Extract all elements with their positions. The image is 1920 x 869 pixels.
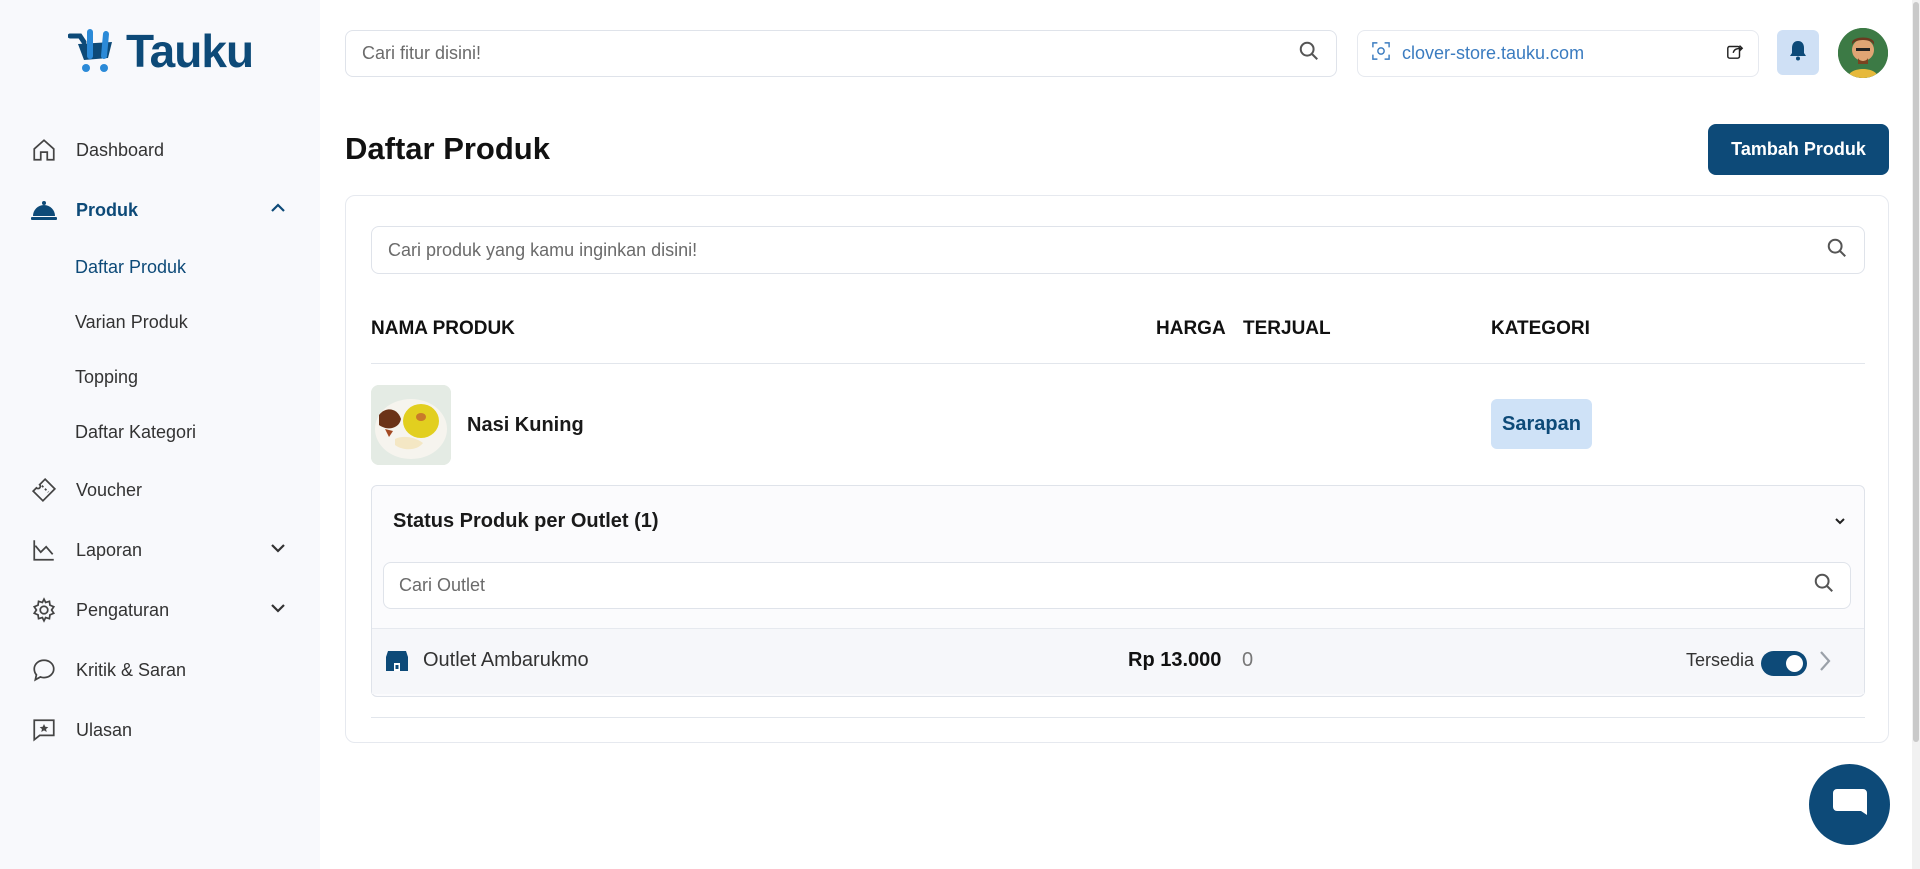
store-url-box[interactable]: clover-store.tauku.com [1357, 30, 1759, 77]
chart-icon [30, 536, 58, 564]
outlet-status-panel: Status Produk per Outlet (1) Outlet Amba… [371, 485, 1865, 697]
chevron-up-icon [270, 200, 286, 221]
outlet-search-input[interactable] [399, 575, 1813, 596]
search-icon[interactable] [1813, 572, 1835, 599]
chat-icon [30, 656, 58, 684]
row-divider [371, 717, 1865, 718]
toggle-knob [1786, 655, 1803, 672]
scan-icon [1372, 42, 1390, 65]
category-badge: Sarapan [1491, 399, 1592, 449]
cart-logo-icon [68, 29, 112, 72]
chevron-right-icon[interactable] [1817, 649, 1833, 678]
outlet-name: Outlet Ambarukmo [423, 649, 589, 671]
availability-toggle[interactable] [1761, 651, 1807, 676]
header-divider [371, 363, 1865, 364]
star-message-icon [30, 716, 58, 744]
scrollbar-thumb[interactable] [1913, 2, 1919, 742]
outlet-sold-count: 0 [1242, 649, 1254, 671]
sidebar-item-dashboard[interactable]: Dashboard [0, 120, 320, 180]
search-icon[interactable] [1826, 237, 1848, 264]
page-scrollbar[interactable] [1912, 0, 1920, 869]
column-header-category: KATEGORI [1491, 318, 1590, 339]
product-list-card: NAMA PRODUK HARGA TERJUAL KATEGORI Nasi … [345, 195, 1889, 743]
availability-label: Tersedia [1686, 650, 1755, 670]
sidebar-subitem-daftar-produk[interactable]: Daftar Produk [0, 240, 320, 295]
feature-search [345, 30, 1337, 77]
sidebar-item-label: Ulasan [76, 719, 133, 740]
outlet-row: Outlet Ambarukmo Rp 13.000 0 Tersedia [372, 628, 1864, 694]
column-header-price: HARGA [1156, 318, 1226, 339]
column-header-name: NAMA PRODUK [371, 318, 515, 339]
outlet-panel-title[interactable]: Status Produk per Outlet (1) [393, 510, 659, 533]
sidebar-item-label: Produk [76, 199, 139, 220]
sidebar-subitem-daftar-kategori[interactable]: Daftar Kategori [0, 405, 320, 460]
live-chat-button[interactable] [1809, 764, 1890, 845]
cloche-icon [30, 196, 58, 224]
sidebar-item-label: Voucher [76, 479, 143, 500]
store-url[interactable]: clover-store.tauku.com [1402, 43, 1726, 64]
page-title: Daftar Produk [345, 131, 550, 166]
chat-bubble-icon [1832, 787, 1867, 822]
avatar[interactable] [1838, 28, 1888, 78]
sidebar-item-voucher[interactable]: Voucher [0, 460, 320, 520]
column-header-sold: TERJUAL [1243, 318, 1331, 339]
product-name[interactable]: Nasi Kuning [467, 414, 584, 437]
notification-button[interactable] [1777, 30, 1819, 75]
sidebar-item-ulasan[interactable]: Ulasan [0, 700, 320, 760]
sidebar-item-label: Kritik & Saran [76, 659, 187, 680]
ticket-icon [30, 476, 58, 504]
search-icon[interactable] [1298, 40, 1320, 67]
chevron-down-icon [270, 600, 286, 621]
sidebar-item-label: Dashboard [76, 139, 165, 160]
logo[interactable]: Tauku [68, 24, 254, 78]
add-product-button[interactable]: Tambah Produk [1708, 124, 1889, 175]
sidebar: Tauku Dashboard Produk Daftar Produk Var… [0, 0, 320, 869]
home-icon [30, 136, 58, 164]
store-icon [384, 649, 410, 678]
product-thumbnail[interactable] [371, 385, 451, 465]
sidebar-item-laporan[interactable]: Laporan [0, 520, 320, 580]
sidebar-item-kritik-saran[interactable]: Kritik & Saran [0, 640, 320, 700]
share-icon[interactable] [1726, 42, 1744, 65]
feature-search-input[interactable] [362, 43, 1298, 64]
sidebar-item-pengaturan[interactable]: Pengaturan [0, 580, 320, 640]
product-search [371, 226, 1865, 274]
sidebar-item-produk[interactable]: Produk [0, 180, 320, 240]
sidebar-item-label: Pengaturan [76, 599, 170, 620]
chevron-down-icon[interactable] [1834, 514, 1846, 532]
sidebar-subitem-varian-produk[interactable]: Varian Produk [0, 295, 320, 350]
chevron-down-icon [270, 540, 286, 561]
product-search-input[interactable] [388, 239, 1826, 261]
bell-icon [1788, 39, 1808, 66]
outlet-price: Rp 13.000 [1128, 649, 1222, 671]
gear-icon [30, 596, 58, 624]
logo-text: Tauku [126, 25, 254, 77]
sidebar-item-label: Laporan [76, 539, 143, 560]
sidebar-subitem-topping[interactable]: Topping [0, 350, 320, 405]
outlet-search [383, 562, 1851, 609]
sidebar-nav: Dashboard Produk Daftar Produk Varian Pr… [0, 120, 320, 760]
